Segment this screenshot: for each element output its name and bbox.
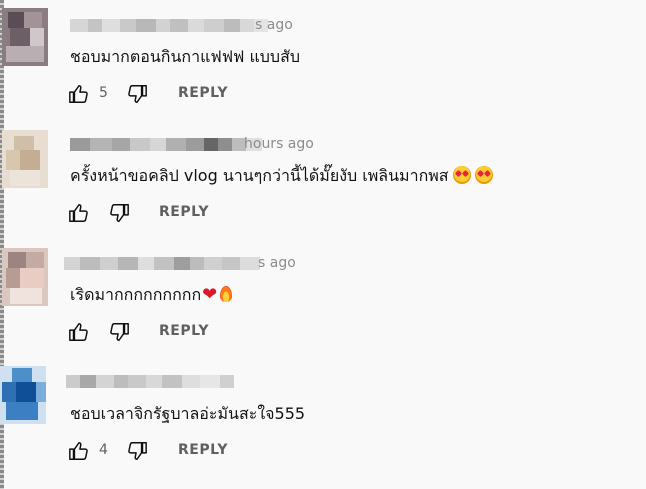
like-icon[interactable] [68, 202, 90, 224]
comment-actions: 5 REPLY [68, 83, 368, 103]
like-icon[interactable] [68, 321, 90, 343]
comment-text: ครั้งหน้าขอคลิป vlog นานๆกว่านี้ได้มั๊ยง… [70, 164, 493, 189]
avatar[interactable] [2, 248, 48, 306]
like-icon[interactable] [68, 440, 90, 462]
comment-actions: REPLY [68, 202, 368, 222]
dislike-icon[interactable] [126, 440, 148, 462]
heart-eyes-emoji [474, 166, 493, 184]
dislike-icon[interactable] [108, 202, 130, 224]
like-count: 4 [99, 442, 108, 458]
reply-button[interactable]: REPLY [159, 323, 209, 339]
avatar[interactable] [2, 8, 48, 66]
comment-timestamp[interactable]: hours ago [244, 136, 314, 152]
comment-text-body: ครั้งหน้าขอคลิป vlog นานๆกว่านี้ได้มั๊ยง… [70, 166, 449, 185]
comment-text: ชอบเวลาจิกรัฐบาลอ่ะมันสะใจ555 [70, 404, 306, 423]
heart-eyes-emoji [452, 166, 471, 184]
avatar[interactable] [2, 130, 48, 188]
comment-timestamp[interactable]: s ago [258, 255, 296, 271]
like-icon[interactable] [68, 83, 90, 105]
author-name-blurred[interactable] [70, 138, 262, 151]
reply-button[interactable]: REPLY [178, 442, 228, 458]
author-name-blurred[interactable] [70, 19, 268, 32]
reply-button[interactable]: REPLY [159, 204, 209, 220]
comment-timestamp[interactable]: s ago [255, 17, 293, 33]
fire-emoji [220, 286, 233, 302]
avatar[interactable] [0, 366, 46, 424]
author-name-blurred[interactable] [64, 257, 260, 270]
comment-actions: REPLY [68, 321, 368, 341]
like-count: 5 [99, 85, 108, 101]
dislike-icon[interactable] [126, 83, 148, 105]
comment-text-body: เริดมากกกกกกกกก [70, 285, 202, 304]
comment-actions: 4 REPLY [68, 440, 368, 460]
reply-button[interactable]: REPLY [178, 85, 228, 101]
comment-text: ชอบมากตอนกินกาแฟฟฟ แบบสับ [70, 47, 301, 66]
red-heart-emoji: ❤ [202, 284, 218, 305]
comment-text: เริดมากกกกกกกกก❤ [70, 283, 233, 308]
dislike-icon[interactable] [108, 321, 130, 343]
author-name-blurred[interactable] [66, 375, 234, 388]
